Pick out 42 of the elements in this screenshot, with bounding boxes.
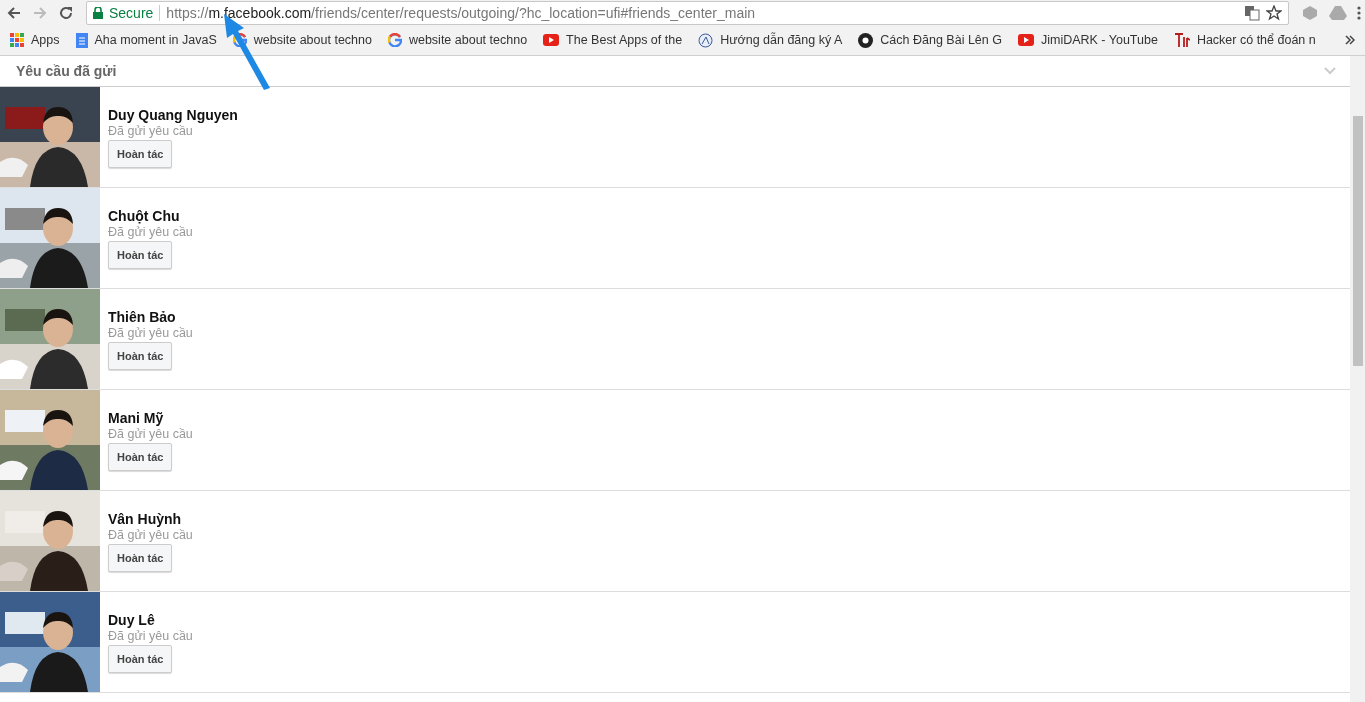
- person-name[interactable]: Mani Mỹ: [108, 410, 164, 426]
- person-name[interactable]: Duy Lê: [108, 612, 155, 628]
- undo-button[interactable]: Hoàn tác: [108, 241, 173, 269]
- play-icon: [543, 34, 560, 46]
- bookmark[interactable]: JimiDARK - YouTube: [1017, 33, 1158, 47]
- person-name[interactable]: Thiên Bảo: [108, 309, 176, 325]
- scrollbar-thumb[interactable]: [1352, 116, 1363, 366]
- bookmark[interactable]: Hướng dẫn đăng ký A: [698, 32, 843, 48]
- document-icon: [75, 32, 88, 48]
- request-status: Đã gửi yêu cầu: [108, 427, 193, 441]
- request-status: Đã gửi yêu cầu: [108, 225, 193, 239]
- menu-icon[interactable]: [1357, 4, 1361, 21]
- request-status: Đã gửi yêu cầu: [108, 528, 193, 542]
- request-status: Đã gửi yêu cầu: [108, 124, 193, 138]
- person-name[interactable]: Vân Huỳnh: [108, 511, 182, 527]
- apps-grid-icon: [10, 33, 24, 47]
- address-bar[interactable]: Secure https://m.facebook.com/friends/center/requests/outgoing/?hc_location=ufi#friends_center_main: [86, 0, 1289, 25]
- undo-button[interactable]: Hoàn tác: [108, 645, 173, 673]
- url-text[interactable]: https://m.facebook.com/friends/center/requests/outgoing/?hc_location=ufi#friends_center_main: [166, 4, 1238, 21]
- undo-button[interactable]: Hoàn tác: [108, 544, 173, 572]
- bookmark[interactable]: Cách Đăng Bài Lên G: [858, 32, 1002, 48]
- bookmark[interactable]: Apps: [10, 33, 60, 47]
- undo-button[interactable]: Hoàn tác: [108, 443, 173, 471]
- person-name[interactable]: Duy Quang Nguyen: [108, 107, 238, 123]
- bookmark[interactable]: Hacker có thể đoán n: [1173, 32, 1316, 48]
- section-title: Yêu cầu đã gửi: [16, 63, 117, 79]
- lock-icon: [93, 6, 103, 19]
- bookmark[interactable]: website about techno: [387, 33, 528, 47]
- request-status: Đã gửi yêu cầu: [108, 629, 193, 643]
- star-icon[interactable]: [1266, 4, 1282, 21]
- secure-label: Secure: [109, 4, 154, 21]
- undo-button[interactable]: Hoàn tác: [108, 342, 173, 370]
- google-icon: [387, 33, 402, 47]
- request-status: Đã gửi yêu cầu: [108, 326, 193, 340]
- person-name[interactable]: Chuột Chu: [108, 208, 180, 224]
- disc-icon: [858, 32, 874, 48]
- globe-icon: [698, 32, 714, 48]
- bookmark[interactable]: Aha moment in JavaS: [75, 32, 217, 48]
- play-icon: [1017, 34, 1034, 46]
- undo-button[interactable]: Hoàn tác: [108, 140, 173, 168]
- bookmark[interactable]: The Best Apps of the: [543, 33, 683, 47]
- logo-icon: [1173, 32, 1190, 48]
